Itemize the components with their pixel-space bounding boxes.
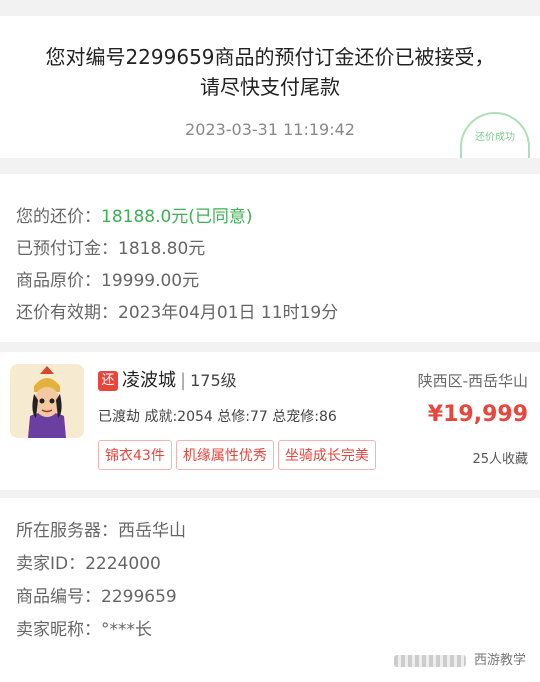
watermark-text: 西游教学 bbox=[473, 653, 526, 668]
character-avatar bbox=[10, 364, 84, 438]
tag-chip: 锦衣43件 bbox=[98, 440, 172, 470]
item-level: 175级 bbox=[190, 371, 237, 390]
seller-id-label: 卖家ID： bbox=[16, 554, 86, 574]
seller-id-row: 卖家ID：2224000 bbox=[16, 549, 161, 574]
deposit-label: 已预付订金： bbox=[16, 239, 118, 259]
deposit-row: 已预付订金：1818.80元 bbox=[16, 234, 205, 259]
item-stats: 已渡劫 成就:2054 总修:77 总宠修:86 bbox=[98, 409, 337, 425]
validity-value: 2023年04月01日 11时19分 bbox=[118, 303, 339, 323]
seller-id-value: 2224000 bbox=[85, 554, 161, 574]
validity-row: 还价有效期：2023年04月01日 11时19分 bbox=[16, 298, 338, 323]
item-number-row: 商品编号：2299659 bbox=[16, 582, 177, 607]
item-title: 还凌波城 | 175级 bbox=[98, 366, 237, 392]
seller-card: 所在服务器：西岳华山 卖家ID：2224000 商品编号：2299659 卖家昵… bbox=[0, 498, 540, 682]
server-row: 所在服务器：西岳华山 bbox=[16, 516, 186, 541]
seller-nickname-label: 卖家昵称： bbox=[16, 620, 101, 640]
headline-line-1: 您对编号2299659商品的预付订金还价已被接受， bbox=[45, 45, 495, 69]
seller-nickname-value: °***长 bbox=[101, 620, 152, 640]
validity-label: 还价有效期： bbox=[16, 303, 118, 323]
item-number-value: 2299659 bbox=[101, 587, 177, 607]
offer-card: 您的还价：18188.0元(已同意) 已预付订金：1818.80元 商品原价：1… bbox=[0, 174, 540, 342]
blurred-logo-icon bbox=[393, 654, 466, 667]
title-separator: | bbox=[180, 370, 187, 391]
original-price-value: 19999.00元 bbox=[101, 271, 200, 291]
tag-chip: 坐骑成长完美 bbox=[277, 440, 376, 470]
notice-headline: 您对编号2299659商品的预付订金还价已被接受， 请尽快支付尾款 bbox=[0, 42, 540, 102]
item-name: 凌波城 bbox=[122, 370, 176, 391]
original-price-label: 商品原价： bbox=[16, 271, 101, 291]
bid-row: 您的还价：18188.0元(已同意) bbox=[16, 202, 253, 227]
item-number-label: 商品编号： bbox=[16, 587, 101, 607]
notice-timestamp: 2023-03-31 11:19:42 bbox=[185, 120, 355, 139]
item-price: ¥19,999 bbox=[427, 402, 528, 427]
original-price-row: 商品原价：19999.00元 bbox=[16, 266, 199, 291]
seller-nickname-row: 卖家昵称：°***长 bbox=[16, 615, 152, 640]
character-portrait-icon bbox=[10, 364, 84, 438]
notice-card: 您对编号2299659商品的预付订金还价已被接受， 请尽快支付尾款 2023-0… bbox=[0, 16, 540, 158]
success-stamp-icon: 还价成功 bbox=[460, 112, 530, 158]
item-tags: 锦衣43件 机缘属性优秀 坐骑成长完美 bbox=[98, 440, 380, 470]
server-value: 西岳华山 bbox=[118, 521, 186, 541]
bid-value: 18188.0元(已同意) bbox=[101, 207, 253, 227]
counteroffer-badge: 还 bbox=[98, 371, 118, 391]
favorites-count: 25人收藏 bbox=[472, 452, 528, 467]
item-card[interactable]: 还凌波城 | 175级 陕西区-西岳华山 已渡劫 成就:2054 总修:77 总宠修… bbox=[0, 352, 540, 490]
bid-label: 您的还价： bbox=[16, 207, 101, 227]
watermark: 西游教学 bbox=[393, 649, 526, 668]
item-region: 陕西区-西岳华山 bbox=[417, 372, 528, 390]
server-label: 所在服务器： bbox=[16, 521, 118, 541]
headline-line-2: 请尽快支付尾款 bbox=[200, 75, 340, 99]
deposit-value: 1818.80元 bbox=[118, 239, 206, 259]
tag-chip: 机缘属性优秀 bbox=[175, 440, 274, 470]
